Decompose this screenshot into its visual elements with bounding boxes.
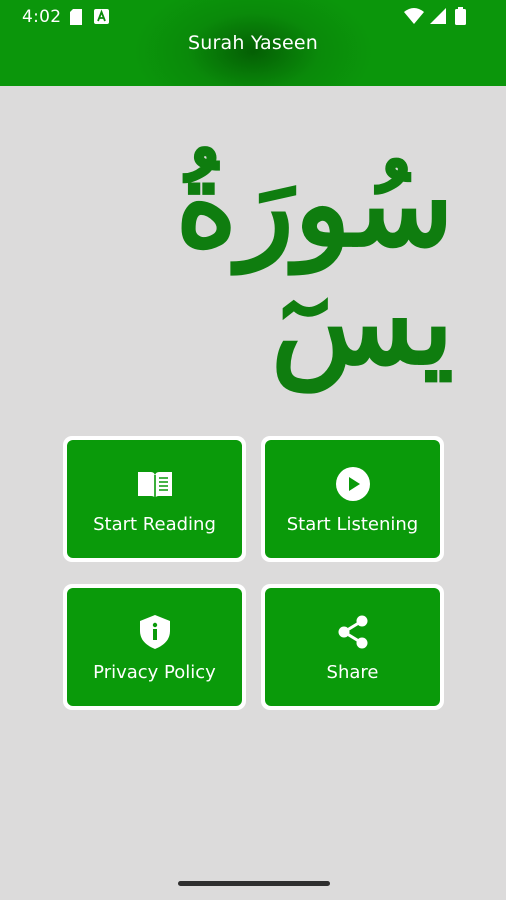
- wifi-icon: [404, 8, 424, 28]
- status-bar: 4:02: [0, 0, 506, 34]
- surah-yaseen-calligraphy: سُورَةُ يسٓ: [52, 134, 454, 391]
- start-listening-button[interactable]: Start Listening: [261, 436, 444, 562]
- menu-grid: Start Reading Start Listening Privacy Po…: [63, 436, 444, 712]
- shield-info-icon: [135, 614, 175, 650]
- privacy-policy-button[interactable]: Privacy Policy: [63, 584, 246, 710]
- battery-icon: [455, 7, 466, 29]
- text-a-icon: [94, 9, 109, 28]
- status-time: 4:02: [22, 7, 62, 27]
- privacy-policy-label: Privacy Policy: [93, 662, 216, 683]
- play-circle-icon: [333, 466, 373, 502]
- start-listening-label: Start Listening: [286, 514, 419, 535]
- share-label: Share: [326, 662, 379, 683]
- start-reading-label: Start Reading: [93, 514, 216, 535]
- open-book-icon: [135, 466, 175, 502]
- app-bar: 4:02 Surah Yaseen: [0, 0, 506, 86]
- home-gesture-handle[interactable]: [178, 881, 330, 886]
- signal-icon: [430, 8, 446, 28]
- start-reading-button[interactable]: Start Reading: [63, 436, 246, 562]
- sd-card-icon: [70, 9, 82, 29]
- share-icon: [333, 614, 373, 650]
- calligraphy-text: سُورَةُ يسٓ: [175, 134, 454, 391]
- share-button[interactable]: Share: [261, 584, 444, 710]
- page-title: Surah Yaseen: [188, 32, 318, 54]
